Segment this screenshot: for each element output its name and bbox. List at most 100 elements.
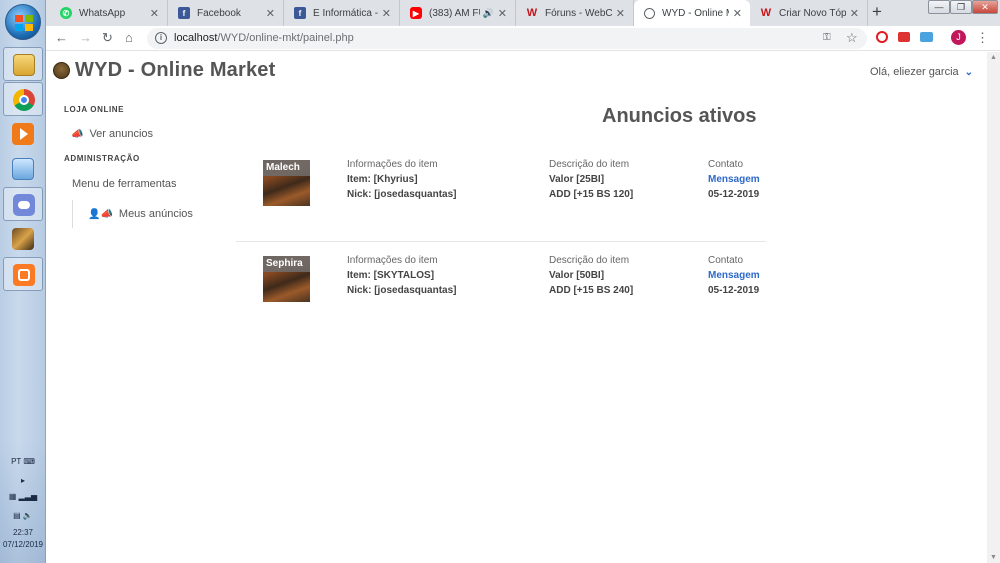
- item-info-column: Informações do item Item: [SKYTALOS] Nic…: [347, 255, 457, 296]
- item-description-column: Descrição do item Valor [25BI] ADD [+15 …: [549, 159, 634, 200]
- browser-tab-strip: ✆ WhatsApp ✕ f Facebook ✕ f E Informátic…: [46, 0, 1000, 26]
- ad-card: Sephira Informações do item Item: [SKYTA…: [236, 248, 766, 318]
- chrome-icon: [13, 89, 35, 111]
- menu-icon[interactable]: ⋮: [976, 30, 989, 46]
- user-menu[interactable]: Olá, eliezer garcia ⌄: [870, 66, 973, 78]
- character-thumbnail[interactable]: Sephira: [263, 256, 310, 302]
- extension-icon[interactable]: [898, 32, 910, 42]
- home-icon[interactable]: ⌂: [125, 30, 133, 45]
- sidebar-item-tools-menu[interactable]: Menu de ferramentas: [72, 178, 177, 190]
- webcheats-icon: W: [526, 7, 538, 19]
- media-player-icon: [12, 123, 34, 145]
- character-thumbnail[interactable]: Malech: [263, 160, 310, 206]
- sidebar-divider: [72, 200, 73, 228]
- folder-icon: [13, 54, 35, 76]
- scroll-up-icon[interactable]: ▲: [990, 54, 997, 61]
- item-value: Valor [50BI]: [549, 270, 605, 281]
- taskbar-photos[interactable]: [3, 152, 43, 186]
- globe-icon: [644, 7, 655, 19]
- message-link[interactable]: Mensagem: [708, 270, 760, 281]
- profile-avatar[interactable]: J: [951, 30, 966, 45]
- item-add: ADD [+15 BS 120]: [549, 189, 634, 200]
- volume-icon[interactable]: ▤ 🔈: [0, 511, 46, 520]
- page-content: WYD - Online Market Olá, eliezer garcia …: [46, 52, 987, 563]
- ad-divider: [236, 241, 766, 242]
- close-icon[interactable]: ✕: [498, 7, 507, 20]
- seller-nick: Nick: [josedasquantas]: [347, 285, 457, 296]
- taskbar-discord[interactable]: [3, 187, 43, 221]
- minimize-button[interactable]: —: [928, 0, 950, 14]
- close-icon[interactable]: ✕: [382, 7, 391, 20]
- item-value: Valor [25BI]: [549, 174, 605, 185]
- user-icon: 👤📣: [88, 208, 113, 220]
- tab-whatsapp[interactable]: ✆ WhatsApp ✕: [50, 0, 168, 26]
- close-icon[interactable]: ✕: [850, 7, 859, 20]
- forward-arrow-icon[interactable]: →: [79, 30, 92, 45]
- tab-criar-novo-topico[interactable]: W Criar Novo Tópic ✕: [750, 0, 868, 26]
- bookmark-star-icon[interactable]: ☆: [846, 30, 858, 46]
- taskbar-file-explorer[interactable]: [3, 47, 43, 81]
- start-button[interactable]: [5, 4, 41, 40]
- tab-e-informatica[interactable]: f E Informática - Su ✕: [284, 0, 400, 26]
- game-icon: [12, 228, 34, 250]
- chevron-down-icon: ⌄: [964, 66, 974, 78]
- close-icon[interactable]: ✕: [150, 7, 159, 20]
- url-text[interactable]: localhost/WYD/online-mkt/painel.php: [174, 32, 354, 44]
- sidebar-heading-store: LOJA ONLINE: [64, 105, 125, 114]
- ad-date: 05-12-2019: [708, 285, 760, 296]
- close-icon[interactable]: ✕: [616, 7, 625, 20]
- back-arrow-icon[interactable]: ←: [55, 30, 68, 45]
- youtube-icon: ▶: [410, 7, 422, 19]
- clock-time[interactable]: 22:37: [0, 528, 46, 537]
- opera-extension-icon[interactable]: [876, 31, 888, 43]
- extension-icon[interactable]: [920, 32, 933, 42]
- brand-logo-icon: [53, 62, 70, 79]
- clock-date[interactable]: 07/12/2019: [0, 540, 46, 549]
- new-tab-button[interactable]: +: [872, 2, 882, 22]
- sidebar-item-view-ads[interactable]: 📣 Ver anuncios: [71, 128, 153, 140]
- close-icon[interactable]: ✕: [266, 7, 275, 20]
- photo-viewer-icon: [12, 158, 34, 180]
- address-bar[interactable]: i localhost/WYD/online-mkt/painel.php ⚿ …: [147, 28, 867, 49]
- page-title: Anuncios ativos: [602, 105, 757, 127]
- language-indicator[interactable]: PT ⌨: [0, 457, 46, 466]
- megaphone-icon: 📣: [71, 128, 84, 140]
- maximize-button[interactable]: ❐: [950, 0, 972, 14]
- ad-date: 05-12-2019: [708, 189, 760, 200]
- whatsapp-icon: ✆: [60, 7, 72, 19]
- tab-forum-webcheats[interactable]: W Fóruns - WebChe ✕: [516, 0, 634, 26]
- seller-nick: Nick: [josedasquantas]: [347, 189, 457, 200]
- close-icon[interactable]: ✕: [733, 7, 742, 20]
- ad-card: Malech Informações do item Item: [Khyriu…: [236, 152, 766, 222]
- item-add: ADD [+15 BS 240]: [549, 285, 634, 296]
- facebook-icon: f: [178, 7, 190, 19]
- xampp-icon: [13, 264, 35, 286]
- character-name: Sephira: [263, 256, 310, 272]
- facebook-icon: f: [294, 7, 306, 19]
- tab-youtube[interactable]: ▶ (383) AM FUL 🔊 ✕: [400, 0, 516, 26]
- taskbar-chrome[interactable]: [3, 82, 43, 116]
- discord-icon: [13, 194, 35, 216]
- reload-icon[interactable]: ↻: [102, 30, 113, 46]
- tab-facebook[interactable]: f Facebook ✕: [168, 0, 284, 26]
- scroll-down-icon[interactable]: ▼: [990, 554, 997, 561]
- contact-column: Contato Mensagem 05-12-2019: [708, 159, 760, 200]
- item-description-column: Descrição do item Valor [50BI] ADD [+15 …: [549, 255, 634, 296]
- tab-wyd-online-market[interactable]: WYD - Online Ma ✕: [634, 0, 750, 26]
- item-info-column: Informações do item Item: [Khyrius] Nick…: [347, 159, 457, 200]
- page-scrollbar[interactable]: ▲ ▼: [987, 52, 1000, 563]
- message-link[interactable]: Mensagem: [708, 174, 760, 185]
- site-info-icon[interactable]: i: [155, 32, 167, 44]
- browser-toolbar: ← → ↻ ⌂ i localhost/WYD/online-mkt/paine…: [46, 26, 1000, 51]
- brand[interactable]: WYD - Online Market: [53, 59, 276, 82]
- show-hidden-icons[interactable]: ▸: [0, 476, 46, 485]
- audio-playing-icon[interactable]: 🔊: [483, 8, 494, 19]
- window-close-button[interactable]: ✕: [972, 0, 998, 14]
- taskbar-xampp[interactable]: [3, 257, 43, 291]
- taskbar-game[interactable]: [3, 222, 43, 256]
- sidebar-heading-admin: ADMINISTRAÇÃO: [64, 154, 140, 163]
- key-icon[interactable]: ⚿: [823, 32, 831, 43]
- taskbar-media-player[interactable]: [3, 117, 43, 151]
- sidebar-item-my-ads[interactable]: 👤📣 Meus anúncios: [88, 208, 193, 220]
- network-icon[interactable]: ▦ ▂▃▅: [0, 492, 46, 501]
